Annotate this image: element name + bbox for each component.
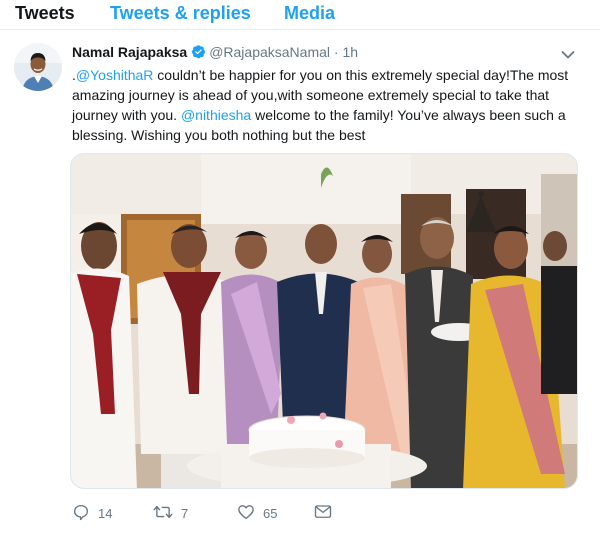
tab-media[interactable]: Media bbox=[284, 3, 335, 24]
chevron-down-icon[interactable] bbox=[561, 47, 575, 59]
tweet-text: .@YoshithaR couldn’t be happier for you … bbox=[72, 65, 572, 145]
like-button[interactable]: 65 bbox=[237, 503, 277, 523]
mention-link[interactable]: @nithiesha bbox=[181, 107, 251, 123]
retweet-icon bbox=[153, 503, 181, 524]
tab-tweets[interactable]: Tweets bbox=[15, 3, 75, 24]
author-name[interactable]: Namal Rajapaksa bbox=[72, 44, 187, 60]
verified-badge-icon bbox=[191, 44, 206, 62]
retweet-count: 7 bbox=[181, 505, 189, 521]
tweet-timestamp[interactable]: 1h bbox=[342, 44, 358, 60]
direct-message-button[interactable] bbox=[314, 503, 340, 523]
tab-tweets-and-replies[interactable]: Tweets & replies bbox=[110, 3, 251, 24]
tweet-actions: 14 7 65 bbox=[72, 503, 372, 523]
profile-tabs: Tweets Tweets & replies Media bbox=[0, 0, 600, 30]
separator-dot: · bbox=[333, 44, 339, 60]
tweet[interactable]: Namal Rajapaksa @RajapaksaNamal · 1h .@Yo… bbox=[0, 31, 600, 534]
tweet-header: Namal Rajapaksa @RajapaksaNamal · 1h bbox=[72, 44, 358, 62]
like-count: 65 bbox=[263, 505, 278, 521]
avatar[interactable] bbox=[14, 43, 62, 91]
reply-icon bbox=[72, 503, 98, 524]
like-icon bbox=[237, 503, 263, 524]
direct-message-icon bbox=[314, 504, 340, 523]
author-handle[interactable]: @RajapaksaNamal bbox=[209, 44, 330, 60]
reply-button[interactable]: 14 bbox=[72, 503, 112, 523]
tweet-photo[interactable] bbox=[70, 153, 578, 489]
reply-count: 14 bbox=[98, 505, 113, 521]
retweet-button[interactable]: 7 bbox=[153, 503, 188, 523]
mention-link[interactable]: @YoshithaR bbox=[76, 67, 154, 83]
